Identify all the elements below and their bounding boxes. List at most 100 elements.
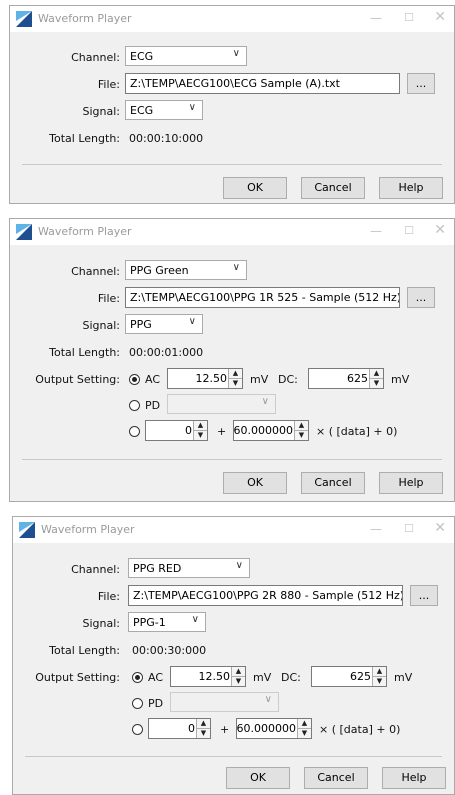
formula-scale-spinbox[interactable]: 60.000000 ▲ ▼ [236,718,312,739]
chevron-down-icon: ∨ [188,316,196,327]
waveform-player-dialog-ppg-red: Waveform Player — ☐ ✕ Channel: PPG RED ∨… [12,516,455,795]
channel-dropdown[interactable]: ECG ∨ [125,46,247,66]
help-button[interactable]: Help [379,177,443,199]
chevron-down-icon: ∨ [232,262,240,273]
ac-value: 12.50 [195,372,228,385]
formula-offset-spinbox[interactable]: 0 ▲ ▼ [148,718,211,739]
minimize-icon[interactable]: — [370,522,382,536]
signal-label: Signal: [82,105,121,118]
ac-radio[interactable] [132,672,143,683]
ac-unit: mV [253,671,272,684]
help-button[interactable]: Help [382,767,446,789]
title-bar[interactable]: Waveform Player — ☐ ✕ [13,517,454,543]
maximize-icon[interactable]: ☐ [404,522,414,535]
spin-down-icon[interactable]: ▼ [370,379,383,388]
ok-button[interactable]: OK [226,767,290,789]
ok-button[interactable]: OK [223,177,287,199]
signal-dropdown[interactable]: PPG-1 ∨ [128,612,206,632]
window-title: Waveform Player [38,12,132,25]
total-length-label: Total Length: [49,346,120,359]
channel-dropdown[interactable]: PPG RED ∨ [128,558,250,578]
minimize-icon[interactable]: — [370,224,382,238]
spin-down-icon[interactable]: ▼ [229,379,242,388]
close-icon[interactable]: ✕ [434,9,446,25]
cancel-button[interactable]: Cancel [304,767,368,789]
total-length-label: Total Length: [49,644,120,657]
channel-value: PPG RED [133,562,182,575]
divider [22,459,442,460]
formula-radio[interactable] [129,426,140,437]
pd-dropdown[interactable]: ∨ [170,692,279,712]
file-path-field[interactable]: Z:\TEMP\AECG100\PPG 1R 525 - Sample (512… [125,287,400,308]
cancel-button[interactable]: Cancel [301,177,365,199]
browse-label: ... [415,291,427,304]
title-bar[interactable]: Waveform Player — ☐ ✕ [10,6,454,32]
signal-dropdown[interactable]: ECG ∨ [125,100,203,120]
spin-up-icon[interactable]: ▲ [232,667,245,677]
formula-offset-spinbox[interactable]: 0 ▲ ▼ [145,420,208,441]
signal-value: ECG [130,104,154,117]
formula-scale-spinbox[interactable]: 60.000000 ▲ ▼ [233,420,309,441]
ac-value-spinbox[interactable]: 12.50 ▲ ▼ [170,666,246,687]
spin-up-icon[interactable]: ▲ [370,369,383,379]
file-path-value: Z:\TEMP\AECG100\PPG 1R 525 - Sample (512… [130,291,400,304]
file-path-field[interactable]: Z:\TEMP\AECG100\ECG Sample (A).txt [125,73,400,94]
spin-up-icon[interactable]: ▲ [298,719,311,729]
waveform-player-dialog-ecg: Waveform Player — ☐ ✕ Channel: ECG ∨ Fil… [9,5,455,204]
browse-button[interactable]: ... [407,287,435,308]
spin-up-icon[interactable]: ▲ [229,369,242,379]
signal-label: Signal: [82,319,121,332]
spin-down-icon[interactable]: ▼ [232,677,245,686]
signal-dropdown[interactable]: PPG ∨ [125,314,203,334]
cancel-button[interactable]: Cancel [301,472,365,494]
spin-up-icon[interactable]: ▲ [295,421,308,431]
cancel-label: Cancel [317,771,355,784]
ac-value: 12.50 [198,670,231,683]
signal-value: PPG [130,318,152,331]
channel-value: PPG Green [130,264,189,277]
pd-radio[interactable] [129,400,140,411]
spin-up-icon[interactable]: ▲ [194,421,207,431]
close-icon[interactable]: ✕ [434,222,446,238]
maximize-icon[interactable]: ☐ [404,11,414,24]
spin-up-icon[interactable]: ▲ [373,667,386,677]
spin-up-icon[interactable]: ▲ [197,719,210,729]
spin-down-icon[interactable]: ▼ [298,729,311,738]
ok-label: OK [247,476,263,489]
help-button[interactable]: Help [379,472,443,494]
ok-button[interactable]: OK [223,472,287,494]
cancel-label: Cancel [314,476,352,489]
maximize-icon[interactable]: ☐ [404,224,414,237]
spin-down-icon[interactable]: ▼ [295,431,308,440]
spin-down-icon[interactable]: ▼ [373,677,386,686]
formula-tail: × ( [data] + 0) [316,425,398,438]
dc-value-spinbox[interactable]: 625 ▲ ▼ [308,368,384,389]
file-path-field[interactable]: Z:\TEMP\AECG100\PPG 2R 880 - Sample (512… [128,585,403,606]
channel-label: Channel: [71,563,120,576]
pd-radio[interactable] [132,698,143,709]
formula-radio[interactable] [132,724,143,735]
ac-value-spinbox[interactable]: 12.50 ▲ ▼ [167,368,243,389]
channel-label: Channel: [71,265,120,278]
plus-sign: + [220,723,230,736]
spin-down-icon[interactable]: ▼ [194,431,207,440]
browse-button[interactable]: ... [410,585,438,606]
ac-radio[interactable] [129,374,140,385]
browse-label: ... [418,589,430,602]
title-bar[interactable]: Waveform Player — ☐ ✕ [10,219,454,245]
dc-value-spinbox[interactable]: 625 ▲ ▼ [311,666,387,687]
file-label: File: [97,78,120,91]
output-setting-label: Output Setting: [35,671,120,684]
close-icon[interactable]: ✕ [434,520,446,536]
channel-dropdown[interactable]: PPG Green ∨ [125,260,247,280]
spin-down-icon[interactable]: ▼ [197,729,210,738]
total-length-value: 00:00:30:000 [132,644,207,657]
dc-value: 625 [347,372,368,385]
app-icon [16,224,32,240]
divider [22,164,442,165]
pd-dropdown[interactable]: ∨ [167,394,276,414]
browse-button[interactable]: ... [407,73,435,94]
app-icon [16,11,32,27]
signal-label: Signal: [82,617,121,630]
minimize-icon[interactable]: — [370,11,382,25]
